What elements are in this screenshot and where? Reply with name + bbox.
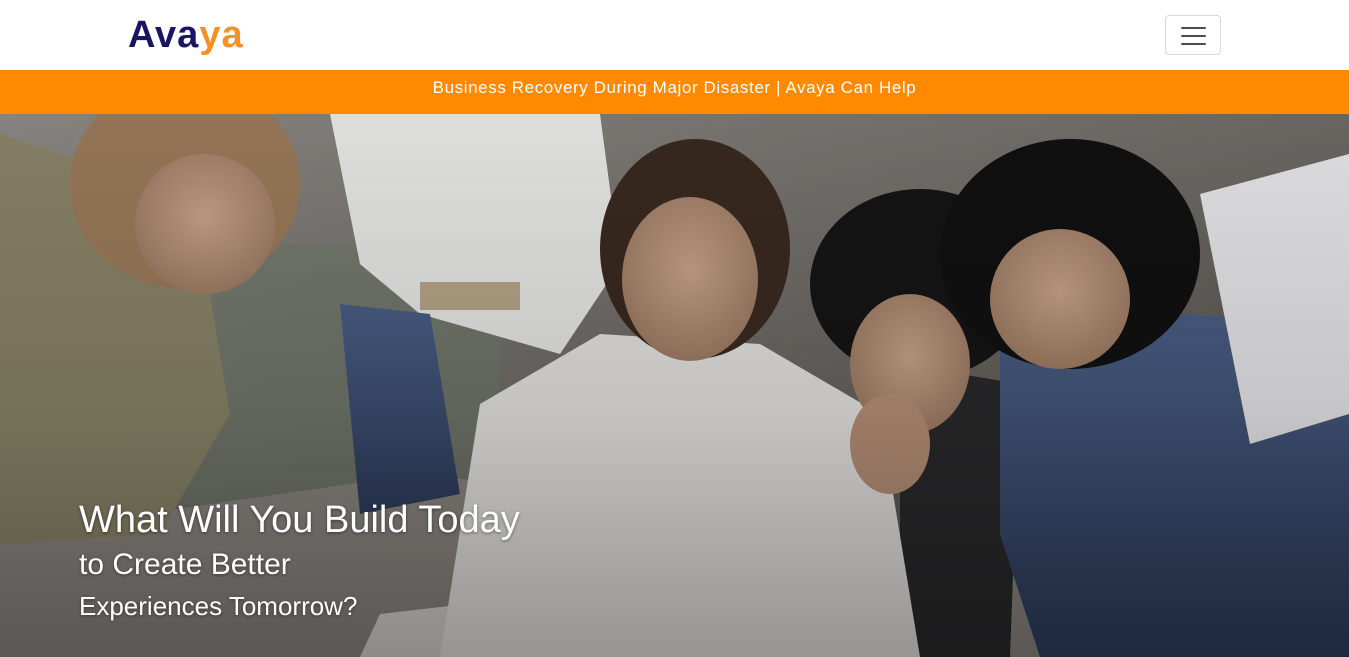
logo-text-part-2: ya <box>199 14 244 56</box>
hero-banner: What Will You Build Today to Create Bett… <box>0 114 1349 657</box>
hamburger-menu-icon-bar <box>1181 43 1206 45</box>
hero-heading-line-2: to Create Better <box>79 548 291 581</box>
avaya-logo[interactable]: Avaya <box>128 13 244 57</box>
hamburger-menu-icon <box>1181 27 1206 29</box>
announcement-bar: Business Recovery During Major Disaster … <box>0 70 1349 114</box>
navbar-toggler-button[interactable] <box>1165 15 1221 55</box>
announcement-link[interactable]: Business Recovery During Major Disaster … <box>433 78 917 98</box>
top-navbar: Avaya <box>0 0 1349 70</box>
hero-heading-line-1: What Will You Build Today <box>79 499 520 541</box>
hero-heading-block: What Will You Build Today to Create Bett… <box>79 497 520 623</box>
hamburger-menu-icon-bar <box>1181 35 1206 37</box>
logo-text-part-1: Ava <box>128 14 200 56</box>
hero-heading-line-3: Experiences Tomorrow? <box>79 591 358 621</box>
